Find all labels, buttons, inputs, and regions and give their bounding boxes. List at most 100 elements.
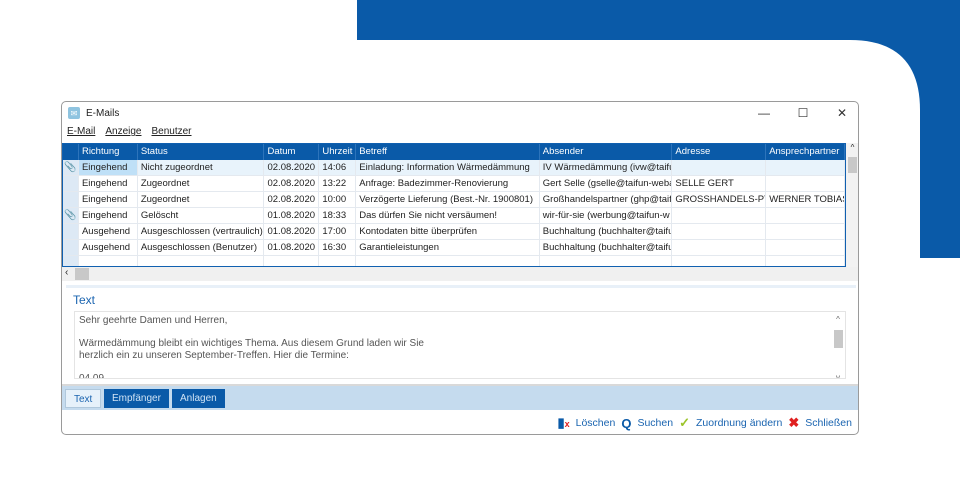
- maximize-button[interactable]: ☐: [787, 102, 819, 124]
- app-logo-icon: ✉: [68, 107, 80, 119]
- table-cell: Das dürfen Sie nicht versäumen!: [356, 208, 540, 223]
- table-row[interactable]: 📎 Eingehend Gelöscht 01.08.2020 18:33 Das dür…: [63, 208, 845, 224]
- table-cell: SELLE GERT: [672, 176, 767, 191]
- text-line: 04.09.: [79, 372, 107, 379]
- text-line: [79, 361, 841, 373]
- table-cell: Großhandelspartner (ghp@taif: [540, 192, 673, 207]
- table-cell: Gelöscht: [138, 208, 265, 223]
- table-cell: wir-für-sie (werbung@taifun-w: [540, 208, 673, 223]
- minimize-button[interactable]: —: [748, 102, 780, 124]
- column-header[interactable]: Ansprechpartner: [766, 144, 845, 160]
- table-cell: [766, 176, 845, 191]
- table-cell: 02.08.2020: [264, 160, 320, 175]
- table-cell: Eingehend: [79, 176, 138, 191]
- table-cell: 13:22: [319, 176, 357, 191]
- column-header[interactable]: Datum: [264, 144, 320, 160]
- table-row[interactable]: Eingehend Zugeordnet 02.08.2020 13:22 Anfrag…: [63, 176, 845, 192]
- table-cell: 14:06: [319, 160, 357, 175]
- search-icon: Q: [621, 415, 632, 431]
- email-body-text[interactable]: ^ v Sehr geehrte Damen und Herren, Wärmedä…: [74, 311, 846, 379]
- table-cell: 17:00: [319, 224, 357, 239]
- column-header[interactable]: Status: [138, 144, 265, 160]
- checkmark-icon: ✓: [679, 415, 690, 430]
- vertical-scrollbar[interactable]: ^: [846, 143, 858, 267]
- table-cell: Buchhaltung (buchhalter@taifu: [540, 224, 673, 239]
- table-cell: Nicht zugeordnet: [138, 160, 265, 175]
- column-header[interactable]: Richtung: [79, 144, 138, 160]
- empty-row: [63, 256, 845, 266]
- tab-empfaenger[interactable]: Empfänger: [104, 389, 169, 408]
- attachment-cell: 📎: [63, 208, 79, 223]
- menu-email[interactable]: E-Mail: [67, 126, 95, 137]
- table-cell: [766, 256, 845, 266]
- table-cell: WERNER TOBIAS: [766, 192, 845, 207]
- table-cell: IV Wärmedämmung (ivw@taifu: [540, 160, 673, 175]
- column-header[interactable]: [63, 144, 79, 160]
- column-header[interactable]: Betreff: [356, 144, 540, 160]
- table-cell: 10:00: [319, 192, 357, 207]
- table-cell: [540, 256, 673, 266]
- table-cell: [672, 256, 767, 266]
- table-cell: GROSSHANDELS-PT: [672, 192, 767, 207]
- text-line: Sehr geehrte Damen und Herren,: [79, 315, 228, 326]
- table-cell: [766, 208, 845, 223]
- table-cell: [264, 256, 320, 266]
- table-cell: 02.08.2020: [264, 192, 320, 207]
- table-cell: Ausgehend: [79, 224, 138, 239]
- table-cell: Kontodaten bitte überprüfen: [356, 224, 540, 239]
- delete-button[interactable]: ▮x Löschen: [557, 415, 615, 431]
- tab-text[interactable]: Text: [65, 389, 102, 408]
- column-header[interactable]: Absender: [540, 144, 673, 160]
- change-assignment-button[interactable]: ✓ Zuordnung ändern: [679, 415, 782, 431]
- table-cell: 01.08.2020: [264, 240, 320, 255]
- column-header[interactable]: Uhrzeit: [319, 144, 357, 160]
- table-cell: Buchhaltung (buchhalter@taifu: [540, 240, 673, 255]
- table-cell: Gert Selle (gselle@taifun-webap: [540, 176, 673, 191]
- table-row[interactable]: Eingehend Zugeordnet 02.08.2020 10:00 Verzög…: [63, 192, 845, 208]
- title-bar: ✉ E-Mails: [62, 102, 858, 124]
- table-row[interactable]: 📎 Eingehend Nicht zugeordnet 02.08.2020 14:0…: [63, 160, 845, 176]
- table-cell: [672, 240, 767, 255]
- table-cell: [63, 256, 79, 266]
- table-cell: [766, 224, 845, 239]
- table-row[interactable]: Ausgehend Ausgeschlossen (vertraulich) 01.…: [63, 224, 845, 240]
- table-cell: Anfrage: Badezimmer-Renovierung: [356, 176, 540, 191]
- text-panel: Text ^ v Sehr geehrte Damen und Herren, Wä…: [66, 285, 856, 382]
- horizontal-scrollbar[interactable]: ‹: [62, 267, 858, 281]
- table-cell: Eingehend: [79, 208, 138, 223]
- window-title: E-Mails: [86, 107, 120, 119]
- tab-anlagen[interactable]: Anlagen: [172, 389, 225, 408]
- grid-header: Richtung Status Datum Uhrzeit Betreff Absende…: [63, 144, 845, 160]
- close-button[interactable]: ✕: [826, 102, 858, 124]
- attachment-cell: [63, 192, 79, 207]
- table-cell: Ausgehend: [79, 240, 138, 255]
- search-button[interactable]: Q Suchen: [621, 416, 673, 431]
- close-dialog-button[interactable]: ✖ Schließen: [788, 415, 852, 431]
- text-line: Wärmedämmung bleibt ein wichtiges Thema.…: [79, 338, 424, 349]
- table-cell: [356, 256, 540, 266]
- table-cell: 18:33: [319, 208, 357, 223]
- menu-bar: E-Mail Anzeige Benutzer: [67, 126, 192, 137]
- table-cell: [766, 160, 845, 175]
- table-cell: Ausgeschlossen (vertraulich): [138, 224, 265, 239]
- table-cell: [672, 224, 767, 239]
- panel-title: Text: [73, 293, 96, 307]
- table-row[interactable]: Ausgehend Ausgeschlossen (Benutzer) 01.08.…: [63, 240, 845, 256]
- table-cell: Ausgeschlossen (Benutzer): [138, 240, 265, 255]
- table-cell: [672, 208, 767, 223]
- table-cell: 02.08.2020: [264, 176, 320, 191]
- table-cell: Eingehend: [79, 192, 138, 207]
- table-cell: Eingehend: [78, 160, 138, 175]
- attachment-cell: 📎: [63, 160, 79, 175]
- menu-anzeige[interactable]: Anzeige: [105, 126, 141, 137]
- text-line: [79, 327, 841, 339]
- table-cell: Zugeordnet: [138, 176, 265, 191]
- delete-document-icon: ▮x: [557, 415, 570, 430]
- table-cell: [319, 256, 357, 266]
- table-cell: Garantieleistungen: [356, 240, 540, 255]
- table-cell: 01.08.2020: [264, 224, 320, 239]
- text-scrollbar[interactable]: ^ v: [833, 314, 843, 378]
- menu-benutzer[interactable]: Benutzer: [151, 126, 191, 137]
- table-cell: Zugeordnet: [138, 192, 265, 207]
- column-header[interactable]: Adresse: [672, 144, 767, 160]
